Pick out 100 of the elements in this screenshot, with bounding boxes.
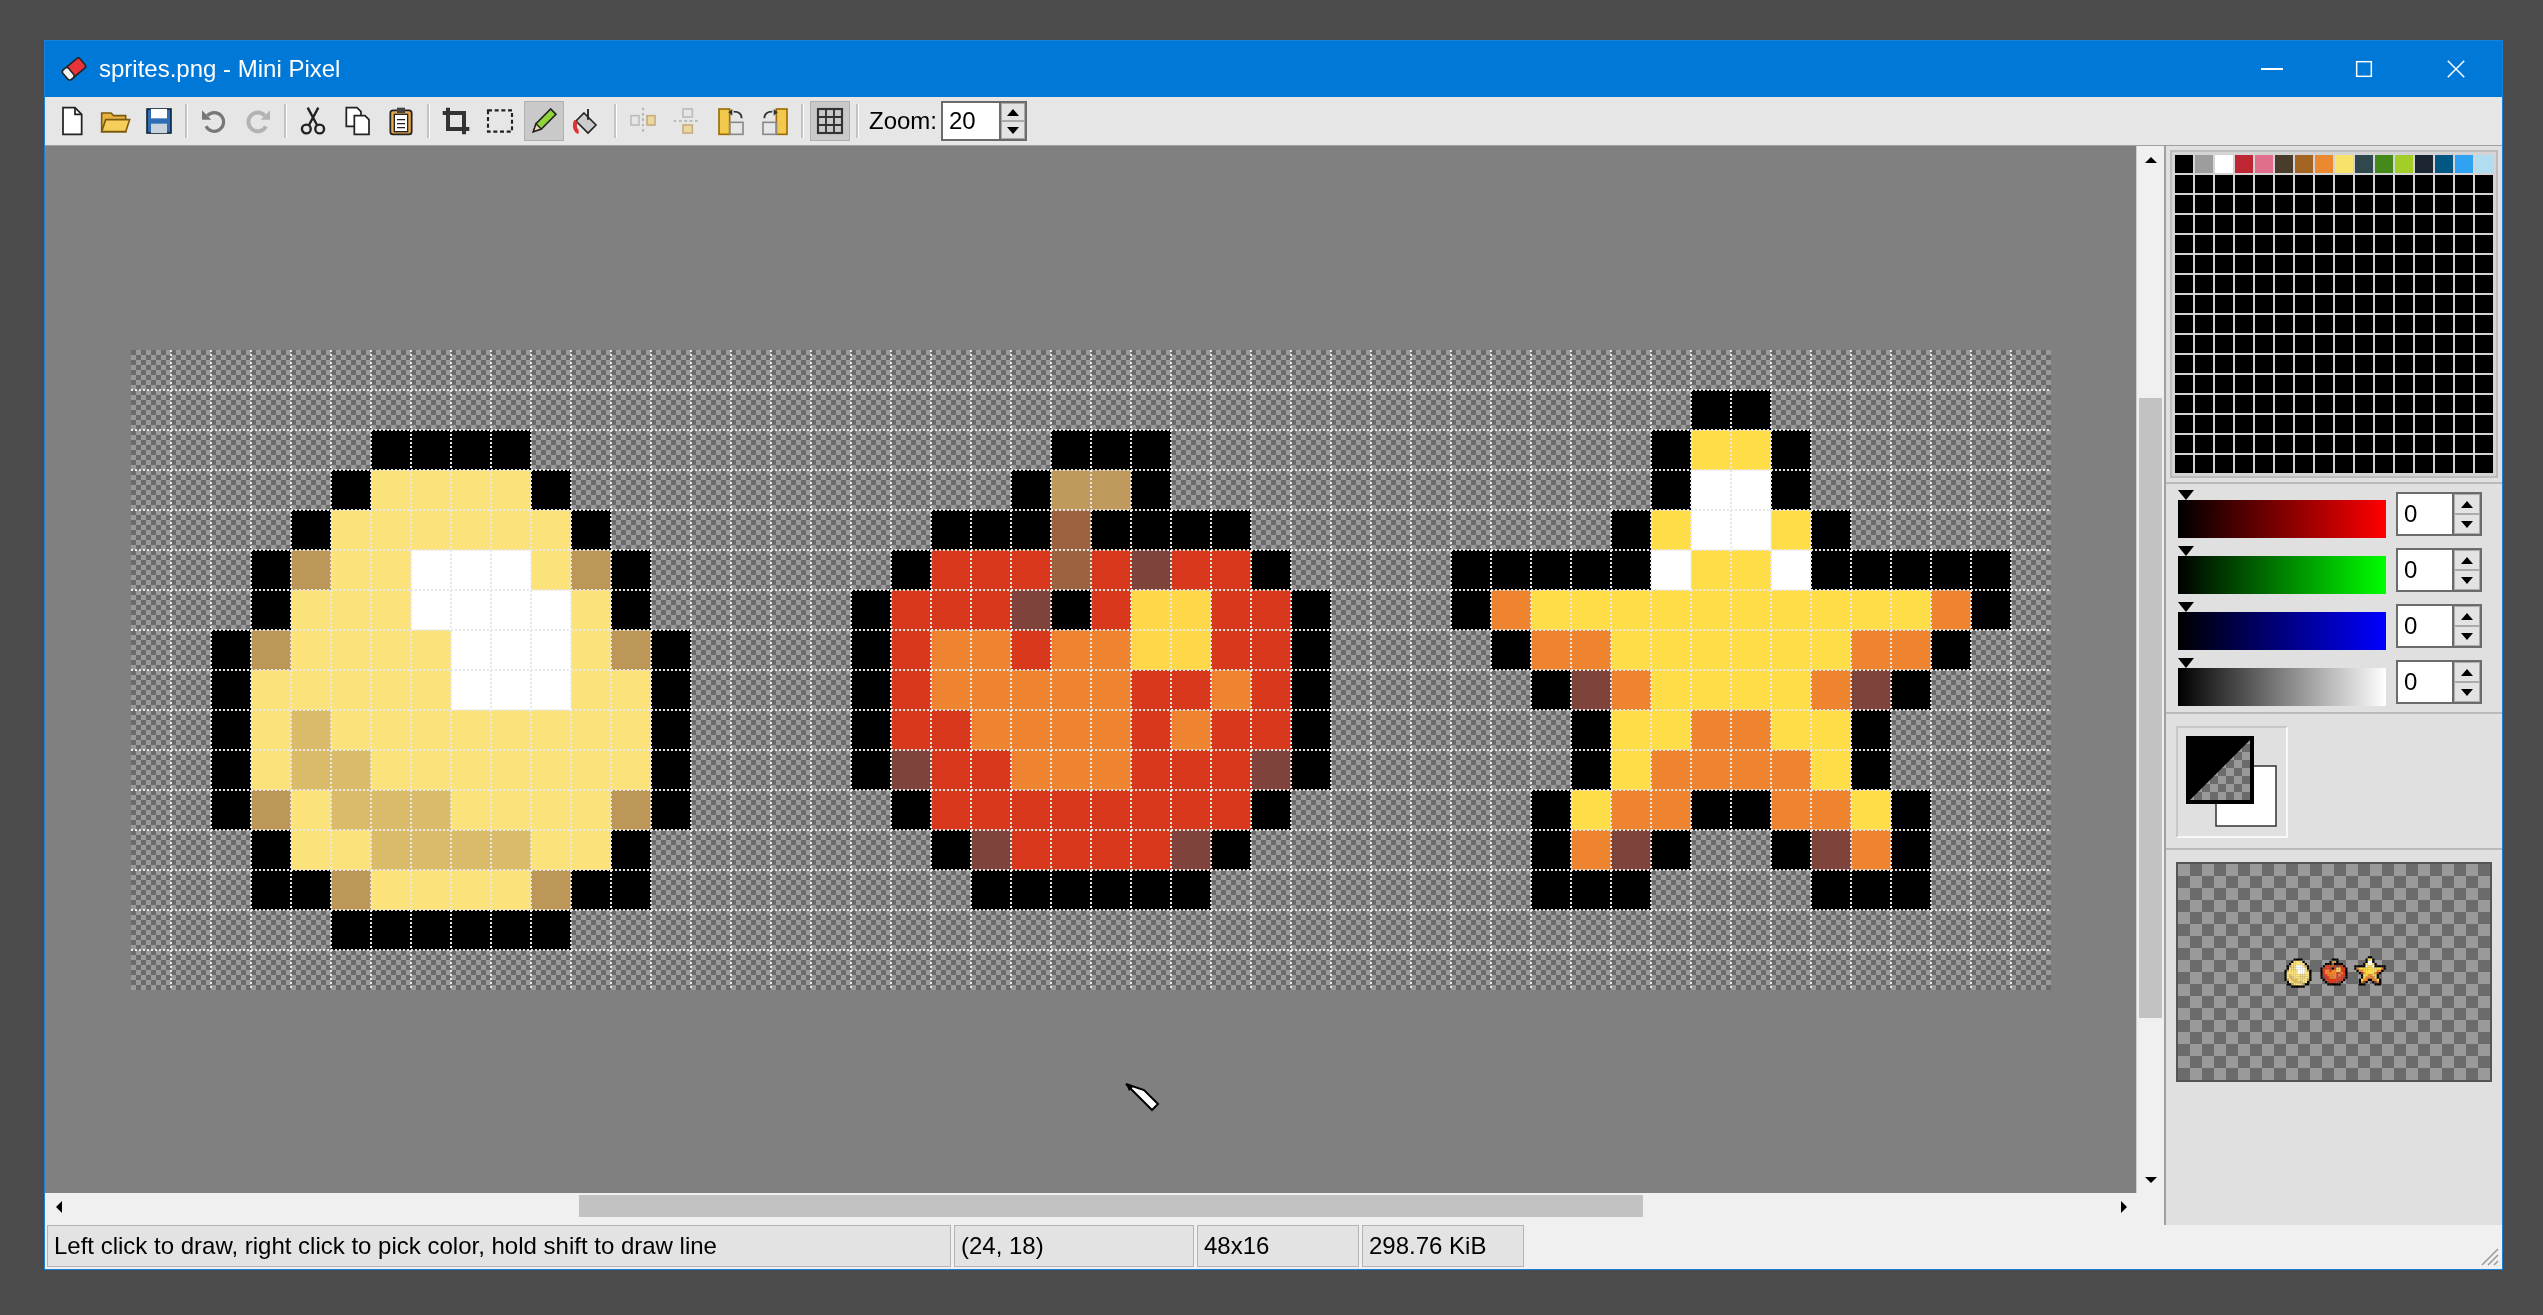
color-swatch[interactable] xyxy=(2475,155,2493,173)
color-swatch[interactable] xyxy=(2295,235,2313,253)
channel-slider[interactable] xyxy=(2178,546,2386,594)
color-swatch[interactable] xyxy=(2215,375,2233,393)
color-swatch[interactable] xyxy=(2355,295,2373,313)
color-swatch[interactable] xyxy=(2195,315,2213,333)
color-swatch[interactable] xyxy=(2215,335,2233,353)
color-swatch[interactable] xyxy=(2255,455,2273,473)
color-swatch[interactable] xyxy=(2455,415,2473,433)
color-swatch[interactable] xyxy=(2255,335,2273,353)
color-swatch[interactable] xyxy=(2375,355,2393,373)
color-swatch[interactable] xyxy=(2275,455,2293,473)
color-swatch[interactable] xyxy=(2295,435,2313,453)
color-swatch[interactable] xyxy=(2235,255,2253,273)
color-swatch[interactable] xyxy=(2475,215,2493,233)
color-swatch[interactable] xyxy=(2415,455,2433,473)
color-swatch[interactable] xyxy=(2235,415,2253,433)
color-swatch[interactable] xyxy=(2375,235,2393,253)
color-swatch[interactable] xyxy=(2295,335,2313,353)
color-swatch[interactable] xyxy=(2335,435,2353,453)
color-swatch[interactable] xyxy=(2255,275,2273,293)
color-swatch[interactable] xyxy=(2395,195,2413,213)
color-swatch[interactable] xyxy=(2475,455,2493,473)
color-swatch[interactable] xyxy=(2475,335,2493,353)
color-swatch[interactable] xyxy=(2475,375,2493,393)
channel-slider[interactable] xyxy=(2178,602,2386,650)
color-swatch[interactable] xyxy=(2335,295,2353,313)
color-swatch[interactable] xyxy=(2295,415,2313,433)
color-swatch[interactable] xyxy=(2175,275,2193,293)
color-swatch[interactable] xyxy=(2275,215,2293,233)
color-swatch[interactable] xyxy=(2415,195,2433,213)
color-swatch[interactable] xyxy=(2175,375,2193,393)
color-swatch[interactable] xyxy=(2355,235,2373,253)
color-swatch[interactable] xyxy=(2255,315,2273,333)
color-swatch[interactable] xyxy=(2415,275,2433,293)
color-swatch[interactable] xyxy=(2175,455,2193,473)
color-swatch[interactable] xyxy=(2415,375,2433,393)
color-swatch[interactable] xyxy=(2355,195,2373,213)
color-swatch[interactable] xyxy=(2335,235,2353,253)
color-swatch[interactable] xyxy=(2415,315,2433,333)
color-swatch[interactable] xyxy=(2435,355,2453,373)
color-swatch[interactable] xyxy=(2455,335,2473,353)
color-swatch[interactable] xyxy=(2395,395,2413,413)
color-swatch[interactable] xyxy=(2175,295,2193,313)
color-swatch[interactable] xyxy=(2215,295,2233,313)
color-swatch[interactable] xyxy=(2355,155,2373,173)
color-swatch[interactable] xyxy=(2455,155,2473,173)
color-swatch[interactable] xyxy=(2375,275,2393,293)
color-swatch[interactable] xyxy=(2215,255,2233,273)
color-swatch[interactable] xyxy=(2455,355,2473,373)
color-swatch[interactable] xyxy=(2215,155,2233,173)
color-swatch[interactable] xyxy=(2335,395,2353,413)
channel-slider[interactable] xyxy=(2178,490,2386,538)
color-swatch[interactable] xyxy=(2375,175,2393,193)
color-swatch[interactable] xyxy=(2215,315,2233,333)
color-swatch[interactable] xyxy=(2275,255,2293,273)
channel-value-field[interactable]: 0 xyxy=(2396,548,2452,592)
color-swatch[interactable] xyxy=(2215,395,2233,413)
spin-up-button[interactable] xyxy=(2454,550,2480,570)
color-swatch[interactable] xyxy=(2435,455,2453,473)
color-swatch[interactable] xyxy=(2335,455,2353,473)
color-swatch[interactable] xyxy=(2395,375,2413,393)
color-swatch[interactable] xyxy=(2315,235,2333,253)
color-swatch[interactable] xyxy=(2235,375,2253,393)
color-swatch[interactable] xyxy=(2275,355,2293,373)
color-swatch[interactable] xyxy=(2415,255,2433,273)
color-swatch[interactable] xyxy=(2175,175,2193,193)
color-swatch[interactable] xyxy=(2215,235,2233,253)
channel-value-field[interactable]: 0 xyxy=(2396,604,2452,648)
color-swatch[interactable] xyxy=(2315,175,2333,193)
color-swatch[interactable] xyxy=(2395,295,2413,313)
color-swatch[interactable] xyxy=(2255,355,2273,373)
color-swatch[interactable] xyxy=(2475,255,2493,273)
color-swatch[interactable] xyxy=(2175,255,2193,273)
color-swatch[interactable] xyxy=(2375,155,2393,173)
color-swatch[interactable] xyxy=(2475,395,2493,413)
color-swatch[interactable] xyxy=(2355,435,2373,453)
color-swatch[interactable] xyxy=(2395,415,2413,433)
color-swatch[interactable] xyxy=(2435,255,2453,273)
color-swatch[interactable] xyxy=(2435,375,2453,393)
spin-down-button[interactable] xyxy=(2454,570,2480,590)
color-swatch[interactable] xyxy=(2195,415,2213,433)
color-swatch[interactable] xyxy=(2255,415,2273,433)
color-swatch[interactable] xyxy=(2255,235,2273,253)
color-swatch[interactable] xyxy=(2235,235,2253,253)
color-swatch[interactable] xyxy=(2335,275,2353,293)
slider-thumb[interactable] xyxy=(2178,602,2194,612)
color-swatch[interactable] xyxy=(2275,295,2293,313)
color-swatch[interactable] xyxy=(2195,275,2213,293)
color-swatch[interactable] xyxy=(2175,215,2193,233)
color-swatch[interactable] xyxy=(2435,335,2453,353)
color-swatch[interactable] xyxy=(2395,315,2413,333)
color-swatch[interactable] xyxy=(2315,155,2333,173)
color-swatch[interactable] xyxy=(2435,415,2453,433)
color-swatch[interactable] xyxy=(2475,315,2493,333)
color-swatch[interactable] xyxy=(2375,295,2393,313)
color-swatch[interactable] xyxy=(2255,255,2273,273)
spin-down-button[interactable] xyxy=(2454,626,2480,646)
color-swatch[interactable] xyxy=(2235,155,2253,173)
color-swatch[interactable] xyxy=(2255,395,2273,413)
